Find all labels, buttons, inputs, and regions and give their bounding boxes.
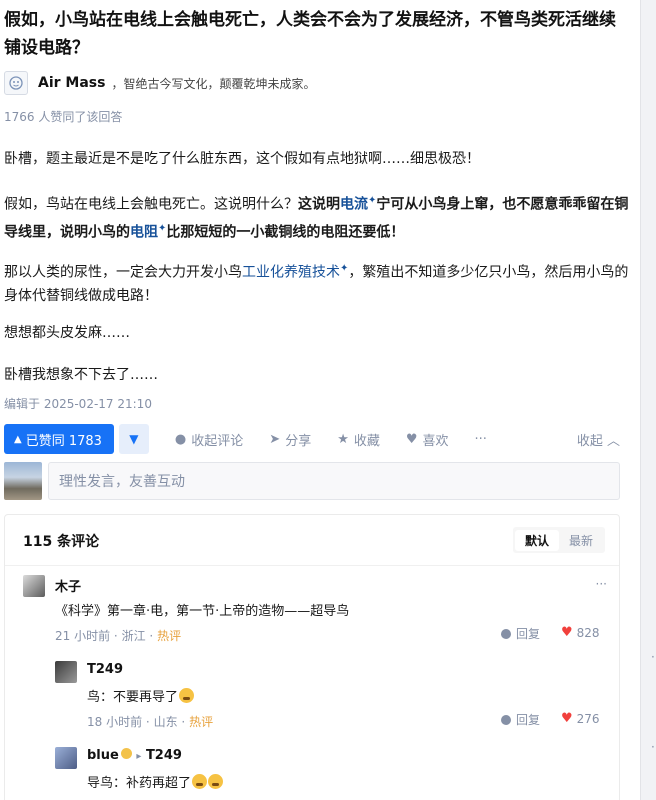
right-sidebar-edge: · · [640,0,656,800]
comments-count-title: 115 条评论 [23,534,100,550]
p2-text-d: 比那短短的一小截铜线的电阻还要低！ [166,224,405,241]
sort-toggle: 默认 最新 [512,527,605,553]
answer-paragraph-1: 卧槽，题主最近是不是吃了什么脏东西，这个假如有点地狱啊……细思极恐！ [4,151,480,167]
comment-more-icon[interactable]: ··· [596,577,607,591]
comment-meta: 18 小时前 · 山东 · 热评 [87,713,213,730]
commenter-avatar[interactable] [55,661,77,683]
comment-bubble-icon: ● [174,431,187,447]
comment-text: 导鸟：补药再超了 [87,776,192,791]
link-dianzu[interactable]: 电阻 [130,224,158,240]
reply-arrow-icon: ▸ [136,751,142,762]
sidebar-fragment: · [651,650,655,664]
comment-like-count: 276 [576,711,600,726]
answer-page: 假如，小鸟站在电线上会触电死亡，人类会不会为了发展经济，不管鸟类死活继续铺设电路… [0,0,636,800]
hot-comment-badge: 热评 [189,715,214,729]
p2-text-a: 假如，鸟站在电线上会触电死亡。这说明什么？ [4,196,298,213]
p3-text-a: 那以人类的尿性，一定会大力开发小鸟 [4,264,242,281]
commenter-name-row: blue ▸ T249 [87,748,182,763]
upvote-button[interactable]: ▲ 已赞同 1783 [4,424,114,454]
commenter-avatar[interactable] [55,747,77,769]
comment-like-button[interactable]: ♥ 276 [561,711,600,726]
share-arrow-icon: ➤ [269,431,281,447]
avatar-face-icon [9,76,23,90]
like-label: 喜欢 [422,433,449,449]
author-avatar[interactable] [4,71,28,95]
comment-time: 18 小时前 [87,715,143,729]
reply-to-name[interactable]: T249 [146,748,182,763]
reply-button[interactable]: 回复 [501,711,540,728]
member-badge-icon [120,748,132,759]
commenter-name[interactable]: blue [87,748,119,763]
upvote-triangle-icon: ▲ [14,433,22,445]
heart-icon: ♥ [561,711,573,726]
crying-emoji-icon [179,688,195,703]
link-dianliu[interactable]: 电流 [340,197,368,213]
meta-separator: · [149,629,154,643]
comment-reply-item: T249 鸟：不要再导了 18 小时前 · 山东 · 热评 回复 ♥ 276 [55,661,607,737]
like-button[interactable]: ♥ 喜欢 [406,430,449,449]
comment-text-row: 鸟：不要再导了 [87,686,195,705]
comment-meta: 21 小时前 · 浙江 · 热评 [55,627,181,644]
comment-location: 山东 [153,715,178,729]
current-user-avatar [4,462,42,500]
reply-button[interactable]: 回复 [501,625,540,642]
comment-time: 21 小时前 [55,629,111,643]
reply-bubble-icon [501,628,511,639]
heart-icon: ♥ [405,431,418,447]
sort-default-tab[interactable]: 默认 [514,529,559,551]
collapse-answer-button[interactable]: 收起 ︿ [577,430,620,449]
upvote-count-text: 1766 人赞同了该回答 [4,110,123,124]
downvote-button[interactable]: ▼ [118,424,149,454]
comment-location: 浙江 [121,629,146,643]
meta-separator: · [145,715,150,729]
comment-input[interactable]: 理性发言，友善互动 [48,462,620,500]
share-label: 分享 [285,433,312,449]
comment-like-count: 828 [576,625,600,640]
comment-reply-item: blue ▸ T249 导鸟：补药再超了 [55,747,607,800]
action-bar: ▲ 已赞同 1783 ▼ ● 收起评论 ➤ 分享 ★ 收藏 ♥ 喜欢 ··· 收… [4,424,620,454]
comments-header: 115 条评论 默认 最新 [5,515,619,566]
reply-label: 回复 [516,713,541,727]
hot-comment-badge: 热评 [157,629,182,643]
more-button[interactable]: ··· [475,432,487,447]
heart-icon: ♥ [561,625,573,640]
reply-label: 回复 [516,627,541,641]
answer-paragraph-5: 卧槽我想象不下去了…… [4,367,158,383]
edited-timestamp: 编辑于 2025-02-17 21:10 [4,397,152,411]
collect-label: 收藏 [353,433,380,449]
star-icon: ★ [337,431,349,447]
link-breeding-tech[interactable]: 工业化养殖技术 [242,265,340,281]
author-row: Air Mass ，智绝古今写文化，颠覆乾坤未成家。 [4,70,315,96]
comment-text: 鸟：不要再导了 [87,690,179,705]
commenter-name[interactable]: 木子 [55,576,81,595]
answer-paragraph-2: 假如，鸟站在电线上会触电死亡。这说明什么？这说明电流✦宁可从小鸟身上窜，也不愿意… [4,189,632,244]
comments-toggle-button[interactable]: ● 收起评论 [175,430,243,449]
commenter-avatar[interactable] [23,575,45,597]
commenter-name[interactable]: T249 [87,662,123,677]
sort-newest-tab[interactable]: 最新 [559,530,603,551]
author-bio: ，智绝古今写文化，颠覆乾坤未成家。 [111,76,316,91]
comment-item: 木子 ··· 《科学》第一章·电，第一节·上帝的造物——超导鸟 21 小时前 ·… [23,575,607,651]
share-button[interactable]: ➤ 分享 [269,430,311,449]
sidebar-fragment: · [651,740,655,754]
meta-separator: · [181,715,186,729]
comments-toggle-label: 收起评论 [191,433,244,449]
reply-bubble-icon [501,714,511,725]
answer-paragraph-4: 想想都头皮发麻…… [4,325,130,341]
p2-text-b: 这说明 [298,196,340,213]
collect-button[interactable]: ★ 收藏 [337,430,380,449]
meta-separator: · [113,629,118,643]
question-title[interactable]: 假如，小鸟站在电线上会触电死亡，人类会不会为了发展经济，不管鸟类死活继续铺设电路… [4,6,632,62]
comment-like-button[interactable]: ♥ 828 [561,625,600,640]
comment-text-row: 导鸟：补药再超了 [87,772,224,791]
crying-emoji-icon [208,774,224,789]
comment-text: 《科学》第一章·电，第一节·上帝的造物——超导鸟 [55,604,350,619]
author-name[interactable]: Air Mass [38,75,105,91]
reply-composer: 理性发言，友善互动 [4,462,620,502]
upvote-label: 已赞同 1783 [25,433,102,449]
answer-paragraph-3: 那以人类的尿性，一定会大力开发小鸟工业化养殖技术✦，繁殖出不知道多少亿只小鸟，然… [4,257,632,308]
crying-emoji-icon [192,774,208,789]
comments-panel: 115 条评论 默认 最新 木子 ··· 《科学》第一章·电，第一节·上帝的造物… [4,514,620,800]
